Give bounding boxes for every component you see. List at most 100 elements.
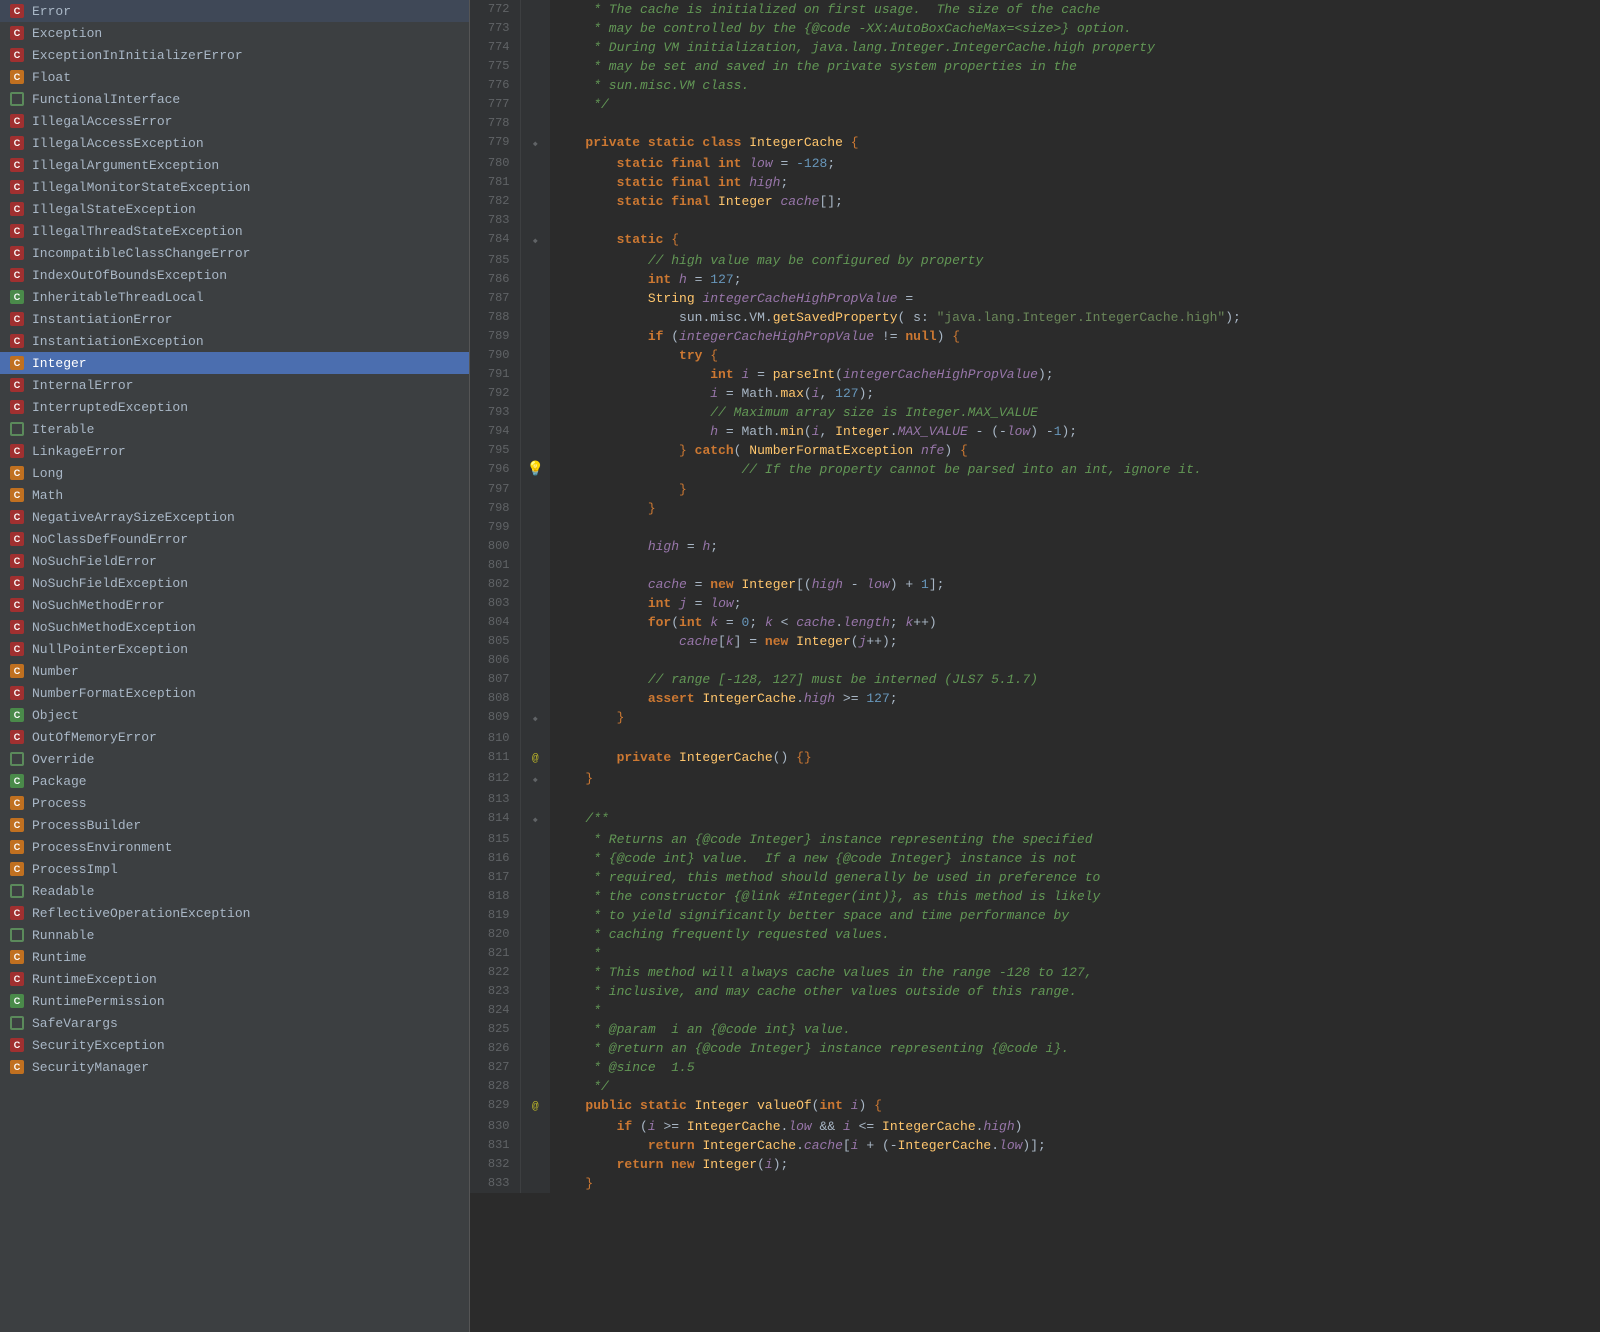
sidebar-item-runtimeexception[interactable]: C RuntimeException <box>0 968 469 990</box>
sidebar-item-nullpointerexception[interactable]: C NullPointerException <box>0 638 469 660</box>
class-icon: C <box>10 554 24 568</box>
sidebar-item-runtime[interactable]: C Runtime <box>0 946 469 968</box>
interface-icon <box>10 422 24 436</box>
sidebar-item-securitymanager[interactable]: C SecurityManager <box>0 1056 469 1078</box>
code-line: 819 * to yield significantly better spac… <box>470 906 1600 925</box>
gutter <box>520 1155 550 1174</box>
sidebar-item-process[interactable]: C Process <box>0 792 469 814</box>
item-icon: C <box>8 860 26 878</box>
line-number: 806 <box>470 651 520 670</box>
sidebar-item-override[interactable]: Override <box>0 748 469 770</box>
sidebar-item-package[interactable]: C Package <box>0 770 469 792</box>
sidebar-item-instantiationexception[interactable]: C InstantiationException <box>0 330 469 352</box>
line-number: 773 <box>470 19 520 38</box>
sidebar-item-nosuchfielderror[interactable]: C NoSuchFieldError <box>0 550 469 572</box>
sidebar-item-interruptedexception[interactable]: C InterruptedException <box>0 396 469 418</box>
sidebar-item-exceptionininitializererror[interactable]: C ExceptionInInitializerError <box>0 44 469 66</box>
sidebar-item-safevarargs[interactable]: SafeVarargs <box>0 1012 469 1034</box>
sidebar-item-instantiationerror[interactable]: C InstantiationError <box>0 308 469 330</box>
sidebar-item-numberformatexception[interactable]: C NumberFormatException <box>0 682 469 704</box>
sidebar-item-math[interactable]: C Math <box>0 484 469 506</box>
fold-marker[interactable]: ◆ <box>533 237 538 246</box>
code-content: sun.misc.VM.getSavedProperty( s: "java.l… <box>550 308 1600 327</box>
item-label: ProcessImpl <box>32 862 118 877</box>
item-icon: C <box>8 618 26 636</box>
fold-marker[interactable]: ◆ <box>533 816 538 825</box>
lightbulb-icon[interactable]: 💡 <box>527 462 544 478</box>
item-icon: C <box>8 904 26 922</box>
sidebar-item-number[interactable]: C Number <box>0 660 469 682</box>
class-icon: C <box>10 48 24 62</box>
item-icon: C <box>8 24 26 42</box>
sidebar-item-processenvironment[interactable]: C ProcessEnvironment <box>0 836 469 858</box>
sidebar-item-illegalaccesserror[interactable]: C IllegalAccessError <box>0 110 469 132</box>
code-line: 805 cache[k] = new Integer(j++); <box>470 632 1600 651</box>
gutter: ◆ <box>520 809 550 830</box>
sidebar-item-functionalinterface[interactable]: FunctionalInterface <box>0 88 469 110</box>
class-icon: C <box>10 356 24 370</box>
sidebar-item-integer[interactable]: C Integer <box>0 352 469 374</box>
code-area[interactable]: 772 * The cache is initialized on first … <box>470 0 1600 1332</box>
sidebar-item-illegalaccessexception[interactable]: C IllegalAccessException <box>0 132 469 154</box>
gutter <box>520 76 550 95</box>
sidebar-item-illegalstateexception[interactable]: C IllegalStateException <box>0 198 469 220</box>
sidebar-item-processbuilder[interactable]: C ProcessBuilder <box>0 814 469 836</box>
sidebar-item-illegalthreadstateexception[interactable]: C IllegalThreadStateException <box>0 220 469 242</box>
item-icon: C <box>8 222 26 240</box>
sidebar-item-object[interactable]: C Object <box>0 704 469 726</box>
gutter <box>520 1039 550 1058</box>
sidebar-item-runnable[interactable]: Runnable <box>0 924 469 946</box>
sidebar-item-inheritablethreadlocal[interactable]: C InheritableThreadLocal <box>0 286 469 308</box>
sidebar-item-iterable[interactable]: Iterable <box>0 418 469 440</box>
item-icon: C <box>8 684 26 702</box>
item-icon: C <box>8 398 26 416</box>
line-number: 814 <box>470 809 520 830</box>
sidebar-item-processimpl[interactable]: C ProcessImpl <box>0 858 469 880</box>
sidebar-item-internalerror[interactable]: C InternalError <box>0 374 469 396</box>
item-icon: C <box>8 178 26 196</box>
gutter <box>520 1001 550 1020</box>
sidebar-item-nosuchfieldexception[interactable]: C NoSuchFieldException <box>0 572 469 594</box>
line-number: 826 <box>470 1039 520 1058</box>
class-icon: C <box>10 1038 24 1052</box>
line-number: 785 <box>470 251 520 270</box>
sidebar-item-illegalargumentexception[interactable]: C IllegalArgumentException <box>0 154 469 176</box>
sidebar-item-illegalmonitorstateexception[interactable]: C IllegalMonitorStateException <box>0 176 469 198</box>
fold-marker[interactable]: ◆ <box>533 140 538 149</box>
sidebar-item-nosuchmethodexception[interactable]: C NoSuchMethodException <box>0 616 469 638</box>
sidebar-item-incompatibleclasschangeerror[interactable]: C IncompatibleClassChangeError <box>0 242 469 264</box>
sidebar-item-error[interactable]: C Error <box>0 0 469 22</box>
sidebar[interactable]: C Error C Exception C ExceptionInInitial… <box>0 0 470 1332</box>
item-label: Object <box>32 708 79 723</box>
item-icon: C <box>8 68 26 86</box>
item-icon: C <box>8 156 26 174</box>
item-label: Float <box>32 70 71 85</box>
sidebar-item-outofmemoryerror[interactable]: C OutOfMemoryError <box>0 726 469 748</box>
sidebar-item-noclassdeffounderror[interactable]: C NoClassDefFoundError <box>0 528 469 550</box>
code-line: 830 if (i >= IntegerCache.low && i <= In… <box>470 1117 1600 1136</box>
code-line: 833 } <box>470 1174 1600 1193</box>
sidebar-item-exception[interactable]: C Exception <box>0 22 469 44</box>
fold-marker[interactable]: ◆ <box>533 715 538 724</box>
code-content: */ <box>550 1077 1600 1096</box>
item-label: ExceptionInInitializerError <box>32 48 243 63</box>
sidebar-item-readable[interactable]: Readable <box>0 880 469 902</box>
fold-marker[interactable]: ◆ <box>533 776 538 785</box>
sidebar-item-linkageerror[interactable]: C LinkageError <box>0 440 469 462</box>
item-label: NumberFormatException <box>32 686 196 701</box>
code-line: 777 */ <box>470 95 1600 114</box>
sidebar-item-negativearraysizeexception[interactable]: C NegativeArraySizeException <box>0 506 469 528</box>
sidebar-item-long[interactable]: C Long <box>0 462 469 484</box>
line-number: 819 <box>470 906 520 925</box>
sidebar-item-securityexception[interactable]: C SecurityException <box>0 1034 469 1056</box>
code-line: 773 * may be controlled by the {@code -X… <box>470 19 1600 38</box>
sidebar-item-runtimepermission[interactable]: C RuntimePermission <box>0 990 469 1012</box>
sidebar-item-reflectiveoperationexception[interactable]: C ReflectiveOperationException <box>0 902 469 924</box>
item-icon: C <box>8 992 26 1010</box>
sidebar-item-indexoutofboundsexception[interactable]: C IndexOutOfBoundsException <box>0 264 469 286</box>
sidebar-item-float[interactable]: C Float <box>0 66 469 88</box>
code-line: 804 for(int k = 0; k < cache.length; k++… <box>470 613 1600 632</box>
sidebar-item-nosuchmethoderror[interactable]: C NoSuchMethodError <box>0 594 469 616</box>
class-icon: C <box>10 840 24 854</box>
code-line: 781 static final int high; <box>470 173 1600 192</box>
